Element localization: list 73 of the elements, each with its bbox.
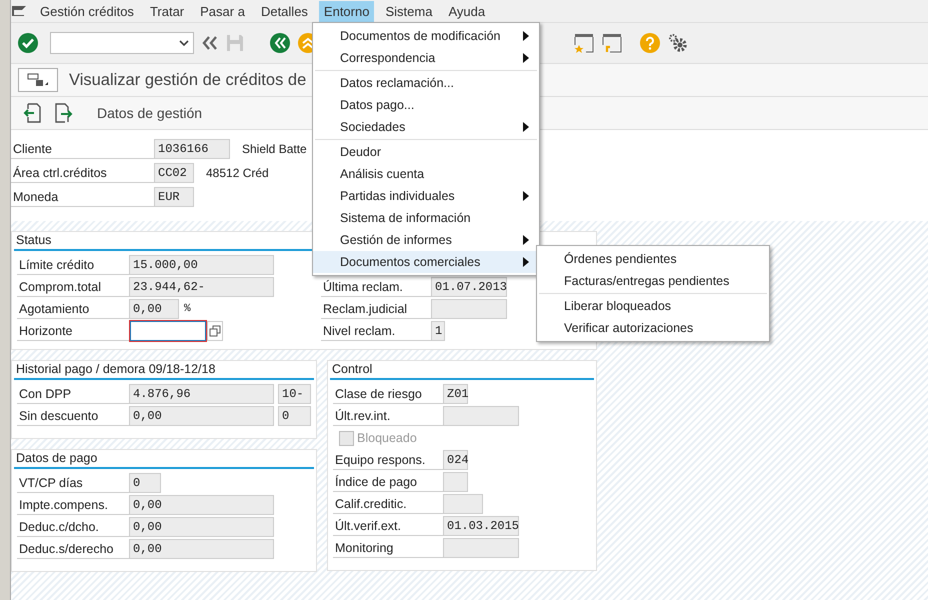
value-field: 1036166 [154,139,230,159]
unit-label: % [184,303,191,315]
value-field: 0,00 [129,517,274,537]
document-arrow-right-icon[interactable] [55,103,73,123]
menu-item[interactable]: Documentos de modificación [313,25,539,47]
menu-item[interactable]: Gestión de informes [313,229,539,251]
value-field: CC02 [154,163,194,183]
value-field: 0,00 [129,539,274,559]
value-field: 0 [129,473,161,493]
value-field: 024 [443,450,468,470]
field-description: 48512 Créd [206,166,269,180]
dropdown-button[interactable] [18,68,58,92]
menu-bar-item[interactable]: Gestión créditos [35,0,139,22]
menu-item[interactable]: Datos pago... [313,94,539,116]
menu-item[interactable]: Datos reclamación... [313,72,539,94]
group-title: Control [330,361,594,380]
submenu-arrow-icon [523,122,529,132]
value-field [443,472,468,492]
window-star-icon[interactable] [574,33,594,53]
value-field: 0,00 [129,495,274,515]
value-field: Z01 [443,384,468,404]
menu-item[interactable]: Documentos comerciales [313,251,539,273]
input-field[interactable] [130,321,206,341]
value-field: 0 [278,406,311,426]
document-arrow-left-icon[interactable] [23,103,41,123]
menu-item[interactable]: Análisis cuenta [313,163,539,185]
chevron-down-icon[interactable] [179,40,189,46]
value-field: 01.07.2013 [431,277,507,297]
value-field: 0,00 [129,406,274,426]
submenu-arrow-icon [523,53,529,63]
value-field: 10- [278,384,311,404]
menu-bar-item[interactable]: Detalles [256,0,313,22]
menu-item[interactable]: Deudor [313,141,539,163]
back-icon[interactable] [270,33,290,53]
enter-icon[interactable] [18,33,38,53]
value-field: 01.03.2015 [443,516,519,536]
menu-bar-item[interactable]: Pasar a [195,0,250,22]
menu-item[interactable]: Facturas/entregas pendientes [537,270,769,292]
menu-bar-item[interactable]: Ayuda [443,0,490,22]
window-arrow-icon[interactable] [602,33,622,53]
screen-title: Visualizar gestión de créditos de [69,70,306,90]
group-title: Datos de pago [14,450,314,469]
value-help-icon[interactable] [207,321,223,341]
menu-item[interactable]: Partidas individuales [313,185,539,207]
value-field [443,494,483,514]
submenu-arrow-icon [523,235,529,245]
field-description: Shield Batte [242,142,307,156]
value-field: 0,00 [129,299,179,319]
menu-bar-item[interactable]: Sistema [380,0,438,22]
menu-bar-item[interactable]: Entorno [318,0,374,22]
menu-item[interactable]: Sistema de información [313,207,539,229]
value-field: 1 [431,321,445,341]
submenu-arrow-icon [523,191,529,201]
menu-icon[interactable] [11,5,27,17]
screens-icon [27,73,49,87]
submenu-arrow-icon [523,257,529,267]
value-field: EUR [154,187,194,207]
menu-item[interactable]: Liberar bloqueados [537,295,769,317]
value-field: 23.944,62- [129,277,274,297]
menu-bar-item[interactable]: Tratar [144,0,190,22]
double-chevron-icon[interactable] [202,36,218,50]
value-field: 4.876,96 [129,384,274,404]
menu-item[interactable]: Verificar autorizaciones [537,317,769,339]
value-field: 15.000,00 [129,255,274,275]
menu-item[interactable]: Sociedades [313,116,539,138]
menu-item[interactable]: Órdenes pendientes [537,248,769,270]
settings-icon[interactable] [668,33,688,53]
menu-item[interactable]: Correspondencia [313,47,539,69]
checkbox-label: Bloqueado [357,431,417,445]
group-title: Historial pago / demora 09/18-12/18 [14,361,314,380]
submenu-arrow-icon [523,31,529,41]
datos-de-gestion-button[interactable]: Datos de gestión [91,104,208,122]
command-field[interactable] [50,32,194,54]
